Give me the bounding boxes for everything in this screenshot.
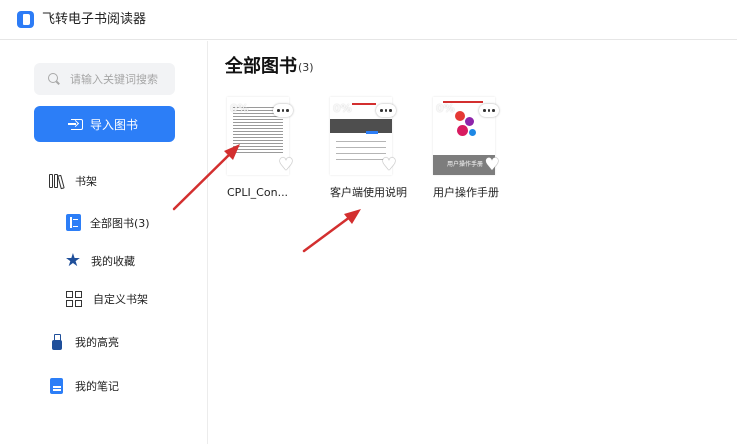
cover-title: 用户操作手册 — [447, 161, 484, 168]
sidebar-item-label: 自定义书架 — [93, 293, 148, 306]
book-title: CPLI_Con... — [227, 186, 289, 199]
app-logo-icon — [17, 11, 34, 28]
sidebar-item-bookshelf[interactable]: 书架 — [48, 172, 97, 190]
note-icon — [48, 377, 66, 395]
book-cover[interactable]: 0% ♥ — [330, 97, 397, 175]
sidebar-item-custom-shelf[interactable]: 自定义书架 — [66, 290, 148, 308]
sidebar-item-all-books[interactable]: 全部图书(3) — [66, 214, 150, 231]
section-title: 全部图书 (3) — [225, 55, 314, 79]
book-title: 客户端使用说明 — [330, 186, 407, 199]
import-books-button[interactable]: 导入图书 — [34, 106, 175, 142]
book-card[interactable]: 用户操作手册 0% ♥ 用户操作手册 — [433, 97, 511, 201]
bookshelf-icon — [48, 172, 66, 190]
progress-badge: 0% — [333, 102, 352, 115]
app-title: 飞转电子书阅读器 — [42, 12, 147, 27]
sidebar-item-notes[interactable]: 我的笔记 — [48, 377, 119, 395]
sidebar-item-label: 我的高亮 — [75, 336, 119, 349]
sidebar-item-highlights[interactable]: 我的高亮 — [48, 333, 119, 351]
more-options-button[interactable] — [479, 104, 499, 117]
all-books-icon — [66, 214, 81, 231]
book-cover[interactable]: 0% ♥ — [227, 97, 294, 175]
book-cover[interactable]: 用户操作手册 0% ♥ — [433, 97, 500, 175]
sidebar-item-favorites[interactable]: ★ 我的收藏 — [64, 252, 135, 270]
grid-icon — [66, 290, 84, 308]
title-bar: 飞转电子书阅读器 — [0, 0, 737, 40]
favorites-star-icon: ★ — [64, 250, 82, 271]
book-title: 用户操作手册 — [433, 186, 499, 199]
progress-badge: 0% — [230, 102, 249, 115]
more-options-button[interactable] — [273, 104, 293, 117]
book-card[interactable]: 0% ♥ CPLI_Con... — [227, 97, 305, 201]
sidebar: 导入图书 书架 全部图书(3) ★ 我的收藏 自定义书架 我的高亮 我的笔记 — [0, 41, 208, 444]
heart-icon[interactable]: ♥ — [483, 157, 501, 174]
search-icon — [48, 73, 58, 83]
progress-badge: 0% — [436, 102, 455, 115]
annotation-arrow — [302, 209, 361, 253]
import-books-label: 导入图书 — [89, 117, 138, 132]
search-box[interactable] — [34, 63, 175, 95]
sidebar-item-label: 我的笔记 — [75, 380, 119, 393]
sidebar-item-label: 我的收藏 — [91, 255, 135, 268]
page-title: 全部图书 — [225, 56, 297, 77]
more-options-button[interactable] — [376, 104, 396, 117]
book-card[interactable]: 0% ♥ 客户端使用说明 — [330, 97, 408, 201]
sidebar-item-label: 全部图书(3) — [90, 216, 150, 230]
heart-icon[interactable]: ♥ — [277, 157, 295, 174]
import-icon — [67, 118, 83, 130]
highlighter-icon — [48, 333, 66, 351]
sidebar-item-label: 书架 — [75, 175, 97, 188]
search-input[interactable] — [70, 63, 172, 95]
heart-icon[interactable]: ♥ — [380, 157, 398, 174]
book-count: (3) — [298, 61, 314, 74]
